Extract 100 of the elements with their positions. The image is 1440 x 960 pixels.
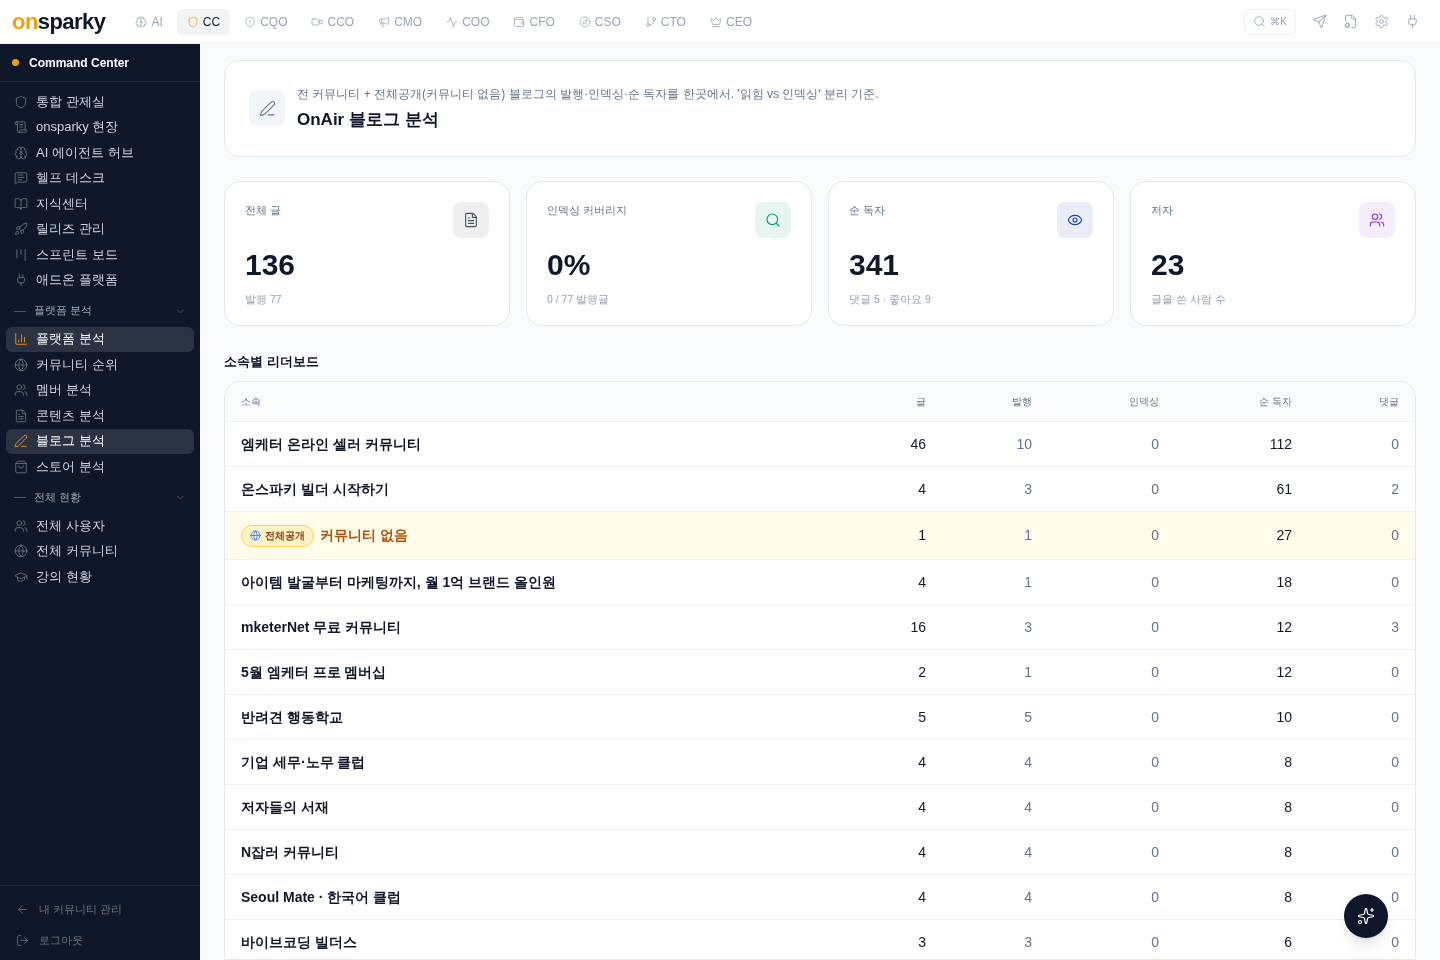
sidebar-item[interactable]: 헬프 데스크 [6,165,194,191]
table-cell-text: 0 [1150,842,1159,862]
sidebar-item[interactable]: onsparky 현장 [6,114,194,140]
table-cell-text: 0 [1390,526,1399,546]
table-cell-text: 0 [1390,572,1399,592]
table-cell-text: 27 [1275,526,1292,546]
table-cell-text: 0 [1390,434,1399,454]
community-name: mketerNet 무료 커뮤니티 [241,617,402,637]
rocket-icon [14,222,28,236]
sidebar-item[interactable]: 블로그 분석 [6,428,194,454]
table-cell-text: 4 [917,572,926,592]
table-cell-text: 0 [1150,434,1159,454]
table-cell-text: 0 [1390,752,1399,772]
sidebar-item[interactable]: AI 에이전트 허브 [6,140,194,165]
stat-value: 23 [1151,249,1186,280]
sidebar-item[interactable]: 스토어 분석 [6,454,194,479]
sidebar-item[interactable]: 플랫폼 분석 [6,326,194,352]
table-cell-text: 0 [1150,572,1159,592]
table-cell-text: 3 [917,932,926,952]
stat-subtext: 발행 77 [245,291,283,307]
table-cell-text: 4 [917,479,926,499]
send-icon[interactable] [1312,14,1327,29]
table-cell-text: 112 [1268,434,1292,454]
graduation-cap-icon [14,569,28,584]
sidebar-item[interactable]: 멤버 분석 [6,377,194,403]
sidebar-item[interactable]: 애드온 플랫폼 [6,267,194,293]
table-cell-text: 1 [1023,662,1032,682]
table-cell-text: 61 [1275,479,1292,499]
brain-icon [135,15,148,28]
users-icon [14,383,28,397]
table-cell-text: 2 [1390,479,1399,499]
table-cell-text: 10 [1275,707,1292,727]
pen-icon [14,434,28,448]
column-header: 인덱싱 [1128,395,1159,410]
stat-label: 인덱싱 커버리지 [547,202,628,218]
table-cell-text: 1 [917,526,926,546]
table-cell-text: 0 [1150,887,1159,907]
bag-icon [14,459,28,474]
table-cell-text: 18 [1275,572,1292,592]
logout-icon [16,934,29,947]
table-cell-text: 0 [1390,932,1399,952]
table-cell-text: 0 [1150,526,1159,546]
table-cell-text: 3 [1023,617,1032,637]
megaphone-icon [378,15,391,28]
public-badge: 전체공개 [241,524,314,547]
table-cell-text: 0 [1150,662,1159,682]
community-name: Seoul Mate · 한국어 클럽 [241,887,402,907]
table-cell-text: 6 [1283,932,1292,952]
table-cell-text: 4 [917,797,926,817]
message-icon [14,171,28,185]
table-cell-text: 4 [1023,752,1032,772]
table-cell-text: 12 [1275,662,1292,682]
table-cell-text: 5 [917,707,926,727]
section-header[interactable]: 플랫폼 분석 [6,296,194,326]
sidebar-item[interactable]: 강의 현황 [6,564,194,589]
table-cell-text: 5 [1023,707,1032,727]
globe-icon [14,357,28,372]
plug-icon[interactable] [1405,14,1420,29]
video-icon [311,15,324,28]
table-cell-text: 0 [1150,479,1159,499]
section-header[interactable]: 전체 현황 [6,482,194,513]
logo[interactable]: onsparky [12,10,106,33]
shield-alert-icon [244,15,257,28]
book-icon [14,196,28,211]
table-cell-text: 1 [1023,526,1032,546]
sidebar-item[interactable]: 전체 사용자 [6,513,194,538]
community-name: 온스파키 빌더 시작하기 [241,479,389,499]
table-cell-text: 4 [1023,842,1032,862]
arrow-left-icon [16,903,29,916]
pulse-icon [446,15,459,28]
settings-icon[interactable] [1374,14,1389,29]
column-header: 발행 [1011,395,1032,410]
sidebar-item[interactable]: 커뮤니티 순위 [6,352,194,377]
footer-link[interactable]: 내 커뮤니티 관리 [16,894,184,925]
footer-link[interactable]: 로그아웃 [16,925,184,956]
table-cell-text: 0 [1390,887,1399,907]
table-cell-text: 0 [1150,752,1159,772]
stat-subtext: 댓글 5 · 좋아요 9 [849,291,932,307]
table-cell-text: 4 [1023,887,1032,907]
page-description: 전 커뮤니티 + 전체공개(커뮤니티 없음) 블로그의 발행·인덱싱·순 독자를 한곳에서. '읽힘 vs 인덱싱' 분리 기준. [297,85,879,103]
sidebar-item[interactable]: 지식센터 [6,191,194,216]
kanban-icon [14,247,28,262]
table-cell-text: 8 [1283,842,1292,862]
sidebar-item[interactable]: 릴리즈 관리 [6,216,194,242]
table-cell-text: 3 [1023,932,1032,952]
sidebar-item[interactable]: 전체 커뮤니티 [6,538,194,564]
pen-icon [249,90,285,127]
sidebar-item[interactable]: 통합 관제실 [6,89,194,114]
stat-label: 순 독자 [849,202,886,218]
sidebar-item[interactable]: 스프린트 보드 [6,242,194,267]
table-cell-text: 8 [1283,797,1292,817]
scroll-icon [14,120,28,134]
file-icon[interactable] [1343,14,1358,29]
sidebar-title: Command Center [29,54,129,72]
sidebar-item[interactable]: 콘텐츠 분석 [6,403,194,428]
community-name: 반려견 행동학교 [241,707,343,727]
nav-tab[interactable]: CC [176,8,231,35]
community-name: 바이브코딩 빌더스 [241,932,357,952]
table-cell-text: 0 [1390,797,1399,817]
table-cell-text: 4 [917,887,926,907]
